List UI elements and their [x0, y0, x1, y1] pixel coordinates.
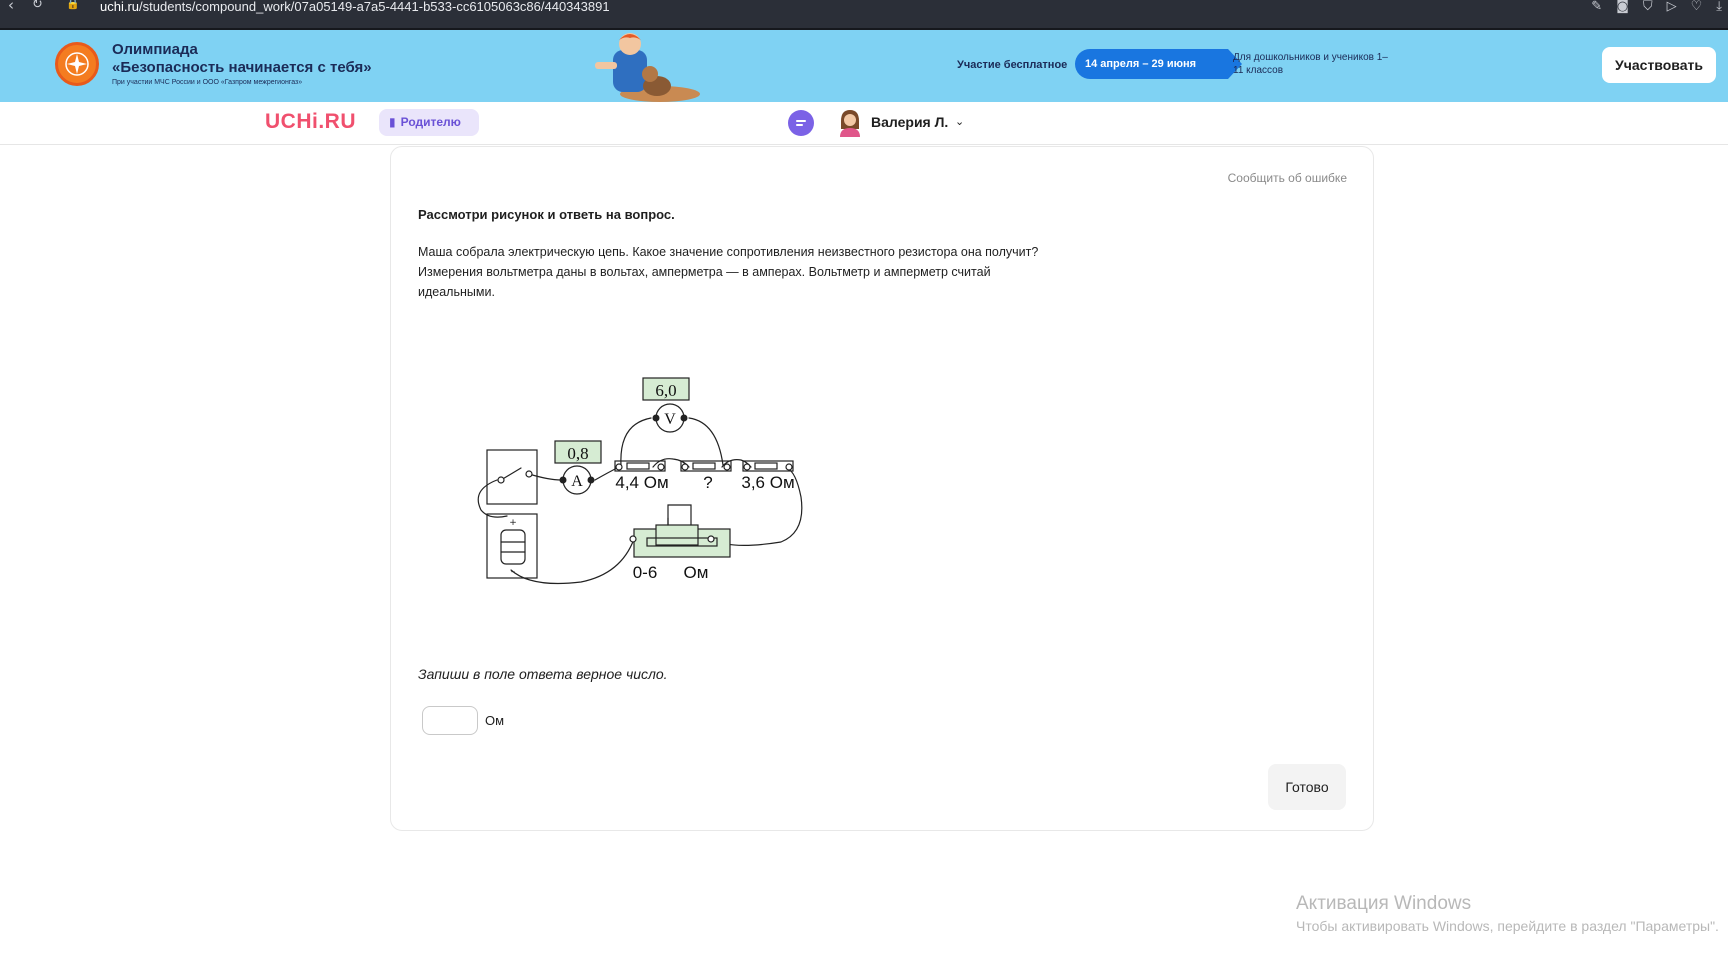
promo-dates-badge: 14 апреля – 29 июня — [1075, 49, 1228, 79]
mascot-illustration-icon — [595, 33, 700, 102]
promo-title-line1: Олимпиада — [112, 41, 198, 58]
task-card: Сообщить об ошибке Рассмотри рисунок и о… — [390, 146, 1374, 831]
parent-button[interactable]: ▮ Родителю — [379, 109, 479, 136]
promo-title-line2: «Безопасность начинается с тебя» — [112, 59, 372, 76]
chat-icon[interactable] — [788, 110, 814, 136]
participate-button[interactable]: Участвовать — [1602, 47, 1716, 83]
chart-bars-icon: ▮ — [389, 115, 396, 129]
windows-activation-text: Чтобы активировать Windows, перейдите в … — [1296, 918, 1719, 934]
promo-subtitle: При участии МЧС России и ООО «Газпром ме… — [112, 79, 303, 86]
battery-plus: + — [509, 518, 517, 528]
circuit-diagram: 6,0 0,8 V A 4,4 Ом ? 3,6 Ом 0-6 Ом + – — [477, 377, 803, 585]
resistor-3-label: 3,6 Ом — [741, 473, 794, 492]
ammeter-symbol: A — [571, 473, 583, 490]
promo-audience-text: Для дошкольников и учеников 1–11 классов — [1233, 52, 1388, 76]
parent-button-label: Родителю — [400, 115, 461, 129]
browser-tools: ✎ ◙ ⛉ ▷ ♡ ⤓ — [1591, 0, 1722, 14]
voltmeter-reading: 6,0 — [655, 381, 676, 400]
ammeter-reading: 0,8 — [567, 444, 588, 463]
windows-activation-title: Активация Windows — [1296, 893, 1472, 914]
user-name[interactable]: Валерия Л. — [871, 114, 948, 130]
chevron-down-icon[interactable]: ⌄ — [955, 115, 964, 128]
shield-icon[interactable]: ⛉ — [1643, 0, 1653, 14]
answer-input[interactable] — [422, 706, 478, 735]
task-title: Рассмотри рисунок и ответь на вопрос. — [418, 207, 675, 222]
resistor-1-label: 4,4 Ом — [615, 473, 668, 492]
voltmeter-symbol: V — [664, 411, 676, 428]
lock-icon: 🔒 — [66, 0, 80, 10]
edit-icon[interactable]: ✎ — [1591, 0, 1602, 14]
task-text: Маша собрала электрическую цепь. Какое з… — [418, 245, 1039, 299]
battery-minus: – — [511, 567, 516, 577]
avatar[interactable] — [838, 109, 862, 137]
olympiad-logo-icon — [55, 42, 99, 86]
browser-toolbar: ‹ ↻ 🔒 uchi.ru/students/compound_work/07a… — [0, 0, 1728, 30]
site-header: UCHi.RU ▮ Родителю Валерия Л. ⌄ — [0, 102, 1728, 145]
promo-free-label: Участие бесплатное — [957, 59, 1068, 71]
address-bar[interactable]: uchi.ru/students/compound_work/07a05149-… — [100, 0, 610, 14]
resistor-2-label: ? — [703, 473, 712, 492]
report-error-link[interactable]: Сообщить об ошибке — [1228, 171, 1347, 185]
play-icon[interactable]: ▷ — [1667, 0, 1677, 14]
url-path: /students/compound_work/07a05149-a7a5-44… — [139, 0, 610, 14]
url-host: uchi.ru — [100, 0, 140, 14]
done-button[interactable]: Готово — [1268, 764, 1346, 810]
uchi-logo[interactable]: UCHi.RU — [265, 110, 356, 134]
rheostat-unit: Ом — [684, 563, 709, 582]
download-icon[interactable]: ⤓ — [1716, 0, 1722, 14]
heart-icon[interactable]: ♡ — [1691, 0, 1703, 14]
promo-banner[interactable]: Олимпиада «Безопасность начинается с теб… — [0, 30, 1728, 102]
answer-unit: Ом — [485, 713, 505, 728]
back-icon[interactable]: ‹ — [8, 0, 14, 14]
reload-icon[interactable]: ↻ — [32, 0, 43, 12]
answer-instruction: Запиши в поле ответа верное число. — [418, 666, 668, 682]
camera-icon[interactable]: ◙ — [1616, 0, 1629, 14]
rheostat-range: 0-6 — [633, 563, 658, 582]
